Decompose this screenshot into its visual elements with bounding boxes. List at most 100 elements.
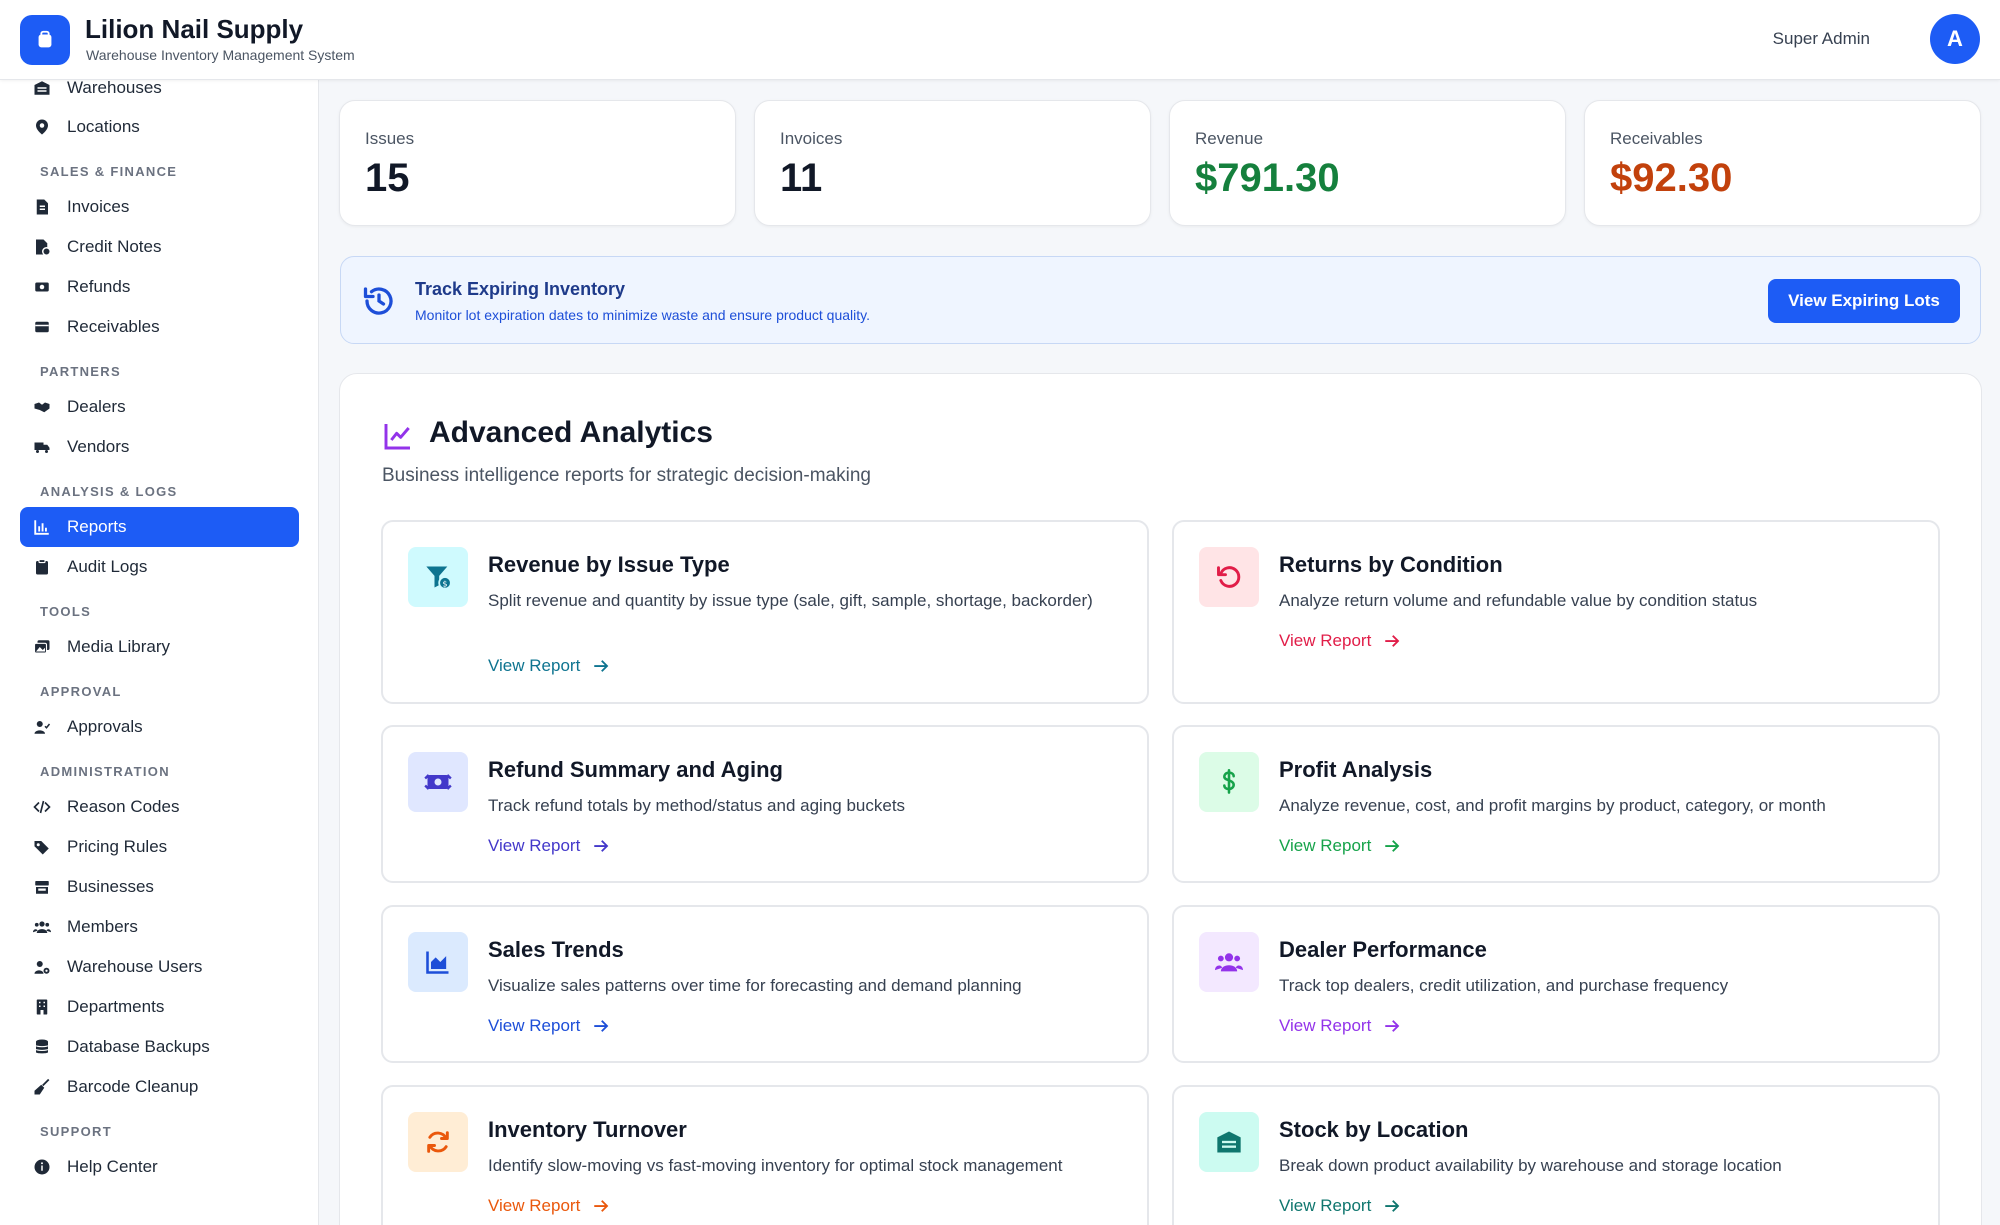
- stat-card-invoices: Invoices 11: [754, 100, 1151, 226]
- banner-text: Monitor lot expiration dates to minimize…: [415, 307, 870, 323]
- user-name[interactable]: Super Admin: [1773, 29, 1870, 49]
- report-card-dealer-performance[interactable]: Dealer Performance Track top dealers, cr…: [1172, 905, 1940, 1063]
- view-report-label: View Report: [488, 836, 581, 855]
- top-header: Lilion Nail Supply Warehouse Inventory M…: [0, 0, 2000, 80]
- sidebar-item-label: Members: [67, 917, 138, 936]
- report-card-sales-trends[interactable]: Sales Trends Visualize sales patterns ov…: [381, 905, 1149, 1063]
- view-report-link[interactable]: View Report: [488, 656, 610, 676]
- report-card-inventory-turnover[interactable]: Inventory Turnover Identify slow-moving …: [381, 1085, 1149, 1225]
- report-card-returns-by-condition[interactable]: Returns by Condition Analyze return volu…: [1172, 520, 1940, 704]
- sidebar-item-dealers[interactable]: Dealers: [20, 387, 299, 427]
- sidebar-item-receivables[interactable]: Receivables: [20, 307, 299, 347]
- sidebar-item-reason-codes[interactable]: Reason Codes: [20, 787, 299, 827]
- sidebar-item-label: Invoices: [67, 197, 130, 216]
- database-icon: [32, 1037, 52, 1057]
- report-description: Visualize sales patterns over time for f…: [488, 976, 1022, 995]
- report-title: Inventory Turnover: [488, 1117, 687, 1142]
- report-title: Revenue by Issue Type: [488, 552, 730, 577]
- sidebar-item-warehouse-users[interactable]: Warehouse Users: [20, 947, 299, 987]
- sidebar-item-pricing-rules[interactable]: Pricing Rules: [20, 827, 299, 867]
- users-icon: [1199, 932, 1259, 992]
- tags-icon: [32, 837, 52, 857]
- arrow-right-icon: [1385, 635, 1400, 647]
- report-title: Sales Trends: [488, 937, 624, 962]
- sidebar-item-credit-notes[interactable]: Credit Notes: [20, 227, 299, 267]
- view-report-label: View Report: [1279, 836, 1372, 855]
- report-title: Refund Summary and Aging: [488, 757, 783, 782]
- view-report-link[interactable]: View Report: [488, 836, 610, 856]
- report-description: Split revenue and quantity by issue type…: [488, 591, 1093, 610]
- sidebar-item-members[interactable]: Members: [20, 907, 299, 947]
- rotate-icon: [408, 1112, 468, 1172]
- analytics-subtitle: Business intelligence reports for strate…: [382, 465, 871, 486]
- logo-icon[interactable]: [20, 15, 70, 65]
- sidebar-item-departments[interactable]: Departments: [20, 987, 299, 1027]
- report-title: Profit Analysis: [1279, 757, 1433, 782]
- sidebar-item-label: Warehouses: [67, 80, 162, 97]
- sidebar-item-label: Barcode Cleanup: [67, 1077, 199, 1096]
- warehouse-icon: [32, 80, 52, 98]
- report-title: Stock by Location: [1279, 1117, 1469, 1142]
- app-title: Lilion Nail Supply: [85, 14, 304, 44]
- report-card-stock-by-location[interactable]: Stock by Location Break down product ava…: [1172, 1085, 1940, 1225]
- view-report-link[interactable]: View Report: [488, 1196, 610, 1216]
- report-description: Analyze revenue, cost, and profit margin…: [1279, 796, 1826, 815]
- chart-line-icon: [384, 424, 410, 450]
- report-card-revenue-by-issue-type[interactable]: $ Revenue by Issue Type Split revenue an…: [381, 520, 1149, 704]
- sidebar-item-database-backups[interactable]: Database Backups: [20, 1027, 299, 1067]
- arrow-right-icon: [1385, 840, 1400, 852]
- stat-label: Receivables: [1610, 129, 1703, 148]
- app-subtitle: Warehouse Inventory Management System: [86, 47, 355, 63]
- history-icon: [363, 287, 393, 315]
- store-icon: [32, 877, 52, 897]
- view-report-link[interactable]: View Report: [1279, 1196, 1401, 1216]
- sidebar-item-label: Locations: [67, 117, 140, 136]
- arrow-right-icon: [1385, 1020, 1400, 1032]
- sidebar: Warehouses Locations SALES & FINANCE Inv…: [0, 80, 319, 1225]
- report-title: Dealer Performance: [1279, 937, 1487, 962]
- view-report-link[interactable]: View Report: [1279, 1016, 1401, 1036]
- sidebar-item-label: Vendors: [67, 437, 130, 456]
- section-label-partners: PARTNERS: [40, 364, 121, 379]
- avatar[interactable]: A: [1930, 14, 1980, 64]
- sidebar-item-audit-logs[interactable]: Audit Logs: [20, 547, 299, 587]
- sidebar-item-label: Warehouse Users: [67, 957, 203, 976]
- user-gear-icon: [32, 957, 52, 977]
- sidebar-item-label: Media Library: [67, 637, 170, 656]
- truck-icon: [32, 437, 52, 457]
- sidebar-item-barcode-cleanup[interactable]: Barcode Cleanup: [20, 1067, 299, 1107]
- view-report-link[interactable]: View Report: [1279, 631, 1401, 651]
- sidebar-item-vendors[interactable]: Vendors: [20, 427, 299, 467]
- report-card-profit-analysis[interactable]: Profit Analysis Analyze revenue, cost, a…: [1172, 725, 1940, 883]
- view-expiring-lots-button[interactable]: View Expiring Lots: [1768, 279, 1960, 323]
- sidebar-item-invoices[interactable]: Invoices: [20, 187, 299, 227]
- images-icon: [32, 637, 52, 657]
- sidebar-item-reports[interactable]: Reports: [20, 507, 299, 547]
- sidebar-item-help-center[interactable]: Help Center: [20, 1147, 299, 1187]
- stat-value: $92.30: [1610, 156, 1733, 200]
- invoice-icon: [32, 197, 52, 217]
- sidebar-item-businesses[interactable]: Businesses: [20, 867, 299, 907]
- stat-card-receivables: Receivables $92.30: [1584, 100, 1981, 226]
- stat-card-revenue: Revenue $791.30: [1169, 100, 1566, 226]
- sidebar-item-media-library[interactable]: Media Library: [20, 627, 299, 667]
- sidebar-item-approvals[interactable]: Approvals: [20, 707, 299, 747]
- view-report-link[interactable]: View Report: [488, 1016, 610, 1036]
- stat-value: $791.30: [1195, 156, 1340, 200]
- sidebar-item-label: Departments: [67, 997, 165, 1016]
- money-transfer-icon: [408, 752, 468, 812]
- stat-value: 11: [780, 156, 823, 200]
- sidebar-item-refunds[interactable]: Refunds: [20, 267, 299, 307]
- area-chart-icon: [408, 932, 468, 992]
- section-label-sales: SALES & FINANCE: [40, 164, 178, 179]
- banner-title: Track Expiring Inventory: [415, 279, 626, 299]
- arrow-right-icon: [594, 1020, 609, 1032]
- report-card-refund-summary[interactable]: Refund Summary and Aging Track refund to…: [381, 725, 1149, 883]
- analytics-title: Advanced Analytics: [429, 416, 713, 449]
- view-report-link[interactable]: View Report: [1279, 836, 1401, 856]
- sidebar-item-locations[interactable]: Locations: [20, 107, 299, 147]
- sidebar-item-warehouses[interactable]: Warehouses: [20, 80, 299, 108]
- warehouse-icon: [1199, 1112, 1259, 1172]
- users-icon: [32, 917, 52, 937]
- view-report-label: View Report: [1279, 1016, 1372, 1035]
